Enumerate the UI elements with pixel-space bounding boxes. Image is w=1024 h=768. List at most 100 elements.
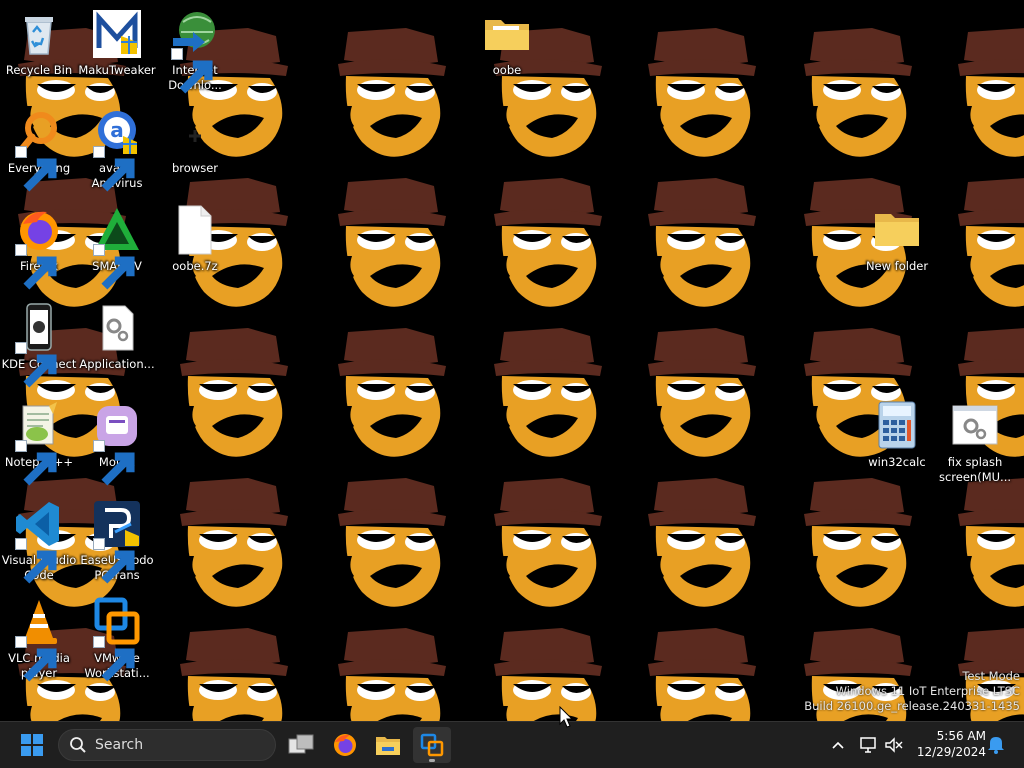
shortcut-arrow-icon [15, 440, 57, 486]
shortcut-arrow-icon [15, 636, 57, 682]
wallpaper-tile [310, 14, 464, 164]
network-icon [860, 737, 876, 753]
watermark-line-2: Windows 11 IoT Enterprise LTSC [835, 684, 1020, 698]
folder-icon [481, 8, 533, 60]
wallpaper-tile [620, 314, 774, 464]
desktop-icon-label: Application... [79, 357, 155, 371]
taskbar-firefox-button[interactable] [326, 727, 364, 763]
wallpaper-tile [310, 464, 464, 614]
folder-icon [871, 204, 923, 256]
start-button[interactable] [13, 727, 51, 763]
browser-icon [169, 106, 221, 158]
taskbar-file-explorer-button[interactable] [369, 727, 407, 763]
firefox-icon [334, 734, 356, 756]
search-icon [70, 737, 86, 753]
desktop-icon-new-folder[interactable]: New folder [858, 200, 936, 292]
shortcut-arrow-icon [93, 244, 135, 290]
task-view-button[interactable] [282, 727, 320, 763]
desktop-icon-vmware[interactable]: VMware Workstati... [78, 592, 156, 684]
desktop-icon-kde-connect[interactable]: KDE Connect [0, 298, 78, 390]
desktop-icon-label: oobe.7z [172, 259, 218, 273]
search-box[interactable]: Search [58, 729, 276, 761]
vmware-icon [91, 596, 143, 682]
wallpaper-tile [620, 614, 774, 721]
desktop-icon-vlc[interactable]: VLC media player [0, 592, 78, 684]
wallpaper-tile [620, 14, 774, 164]
wallpaper-tile [466, 464, 620, 614]
desktop-icon-label: browser [171, 161, 218, 175]
desktop-icon-application[interactable]: Application... [78, 298, 156, 390]
watermark-line-3: Build 26100.ge_release.240331-1435 [804, 699, 1020, 713]
desktop-icon-everything[interactable]: Everything [0, 102, 78, 194]
show-hidden-icons-button[interactable] [828, 734, 848, 756]
everything-icon [13, 106, 65, 192]
wallpaper-tile [466, 314, 620, 464]
calculator-icon [871, 400, 923, 452]
shortcut-arrow-icon [93, 538, 135, 584]
wallpaper-tile [930, 14, 1024, 164]
settings-file-icon [949, 400, 1001, 452]
notifications-button[interactable] [986, 735, 1006, 755]
wallpaper-tile [152, 464, 306, 614]
start-icon [21, 734, 43, 756]
desktop-icon-browser[interactable]: browser [156, 102, 234, 194]
desktop-icon-easeus[interactable]: EaseUS Todo PCTrans [78, 494, 156, 586]
desktop-icon-oobe-folder[interactable]: oobe [468, 4, 546, 96]
shortcut-arrow-icon [15, 342, 57, 388]
desktop-icon-label: win32calc [868, 455, 926, 469]
desktop-icon-avast[interactable]: a avast! Antivirus [78, 102, 156, 194]
clock-date: 12/29/2024 [916, 745, 986, 759]
shortcut-arrow-icon [171, 48, 213, 94]
desktop-icon-recycle-bin[interactable]: Recycle Bin [0, 4, 78, 96]
desktop-icon-idm[interactable]: Internet Downlo... [156, 4, 234, 96]
kde-connect-icon [13, 302, 65, 388]
network-button[interactable] [858, 734, 878, 756]
desktop-icon-notepadpp[interactable]: Notepad++ [0, 396, 78, 488]
file-icon [169, 204, 221, 256]
wallpaper-tile [776, 14, 930, 164]
desktop-icon-makutweaker[interactable]: MakuTweaker [78, 4, 156, 96]
desktop-icon-motrix[interactable]: Motrix [78, 396, 156, 488]
vmware-icon [420, 733, 444, 757]
wallpaper-tile [466, 164, 620, 314]
wallpaper-tile [310, 314, 464, 464]
running-indicator [429, 759, 435, 762]
shortcut-arrow-icon [93, 636, 135, 682]
firefox-icon [13, 204, 65, 290]
desktop-icon-firefox[interactable]: Firefox [0, 200, 78, 292]
vscode-icon [13, 498, 65, 584]
vlc-icon [13, 596, 65, 682]
shortcut-arrow-icon [93, 440, 135, 486]
mouse-cursor-icon [559, 706, 573, 728]
desktop-icon-fix-splash[interactable]: fix splash screen(MU... [936, 396, 1014, 488]
taskbar-vmware-button[interactable] [413, 727, 451, 763]
wallpaper-tile [152, 614, 306, 721]
bell-icon [988, 737, 1004, 754]
wallpaper-tile [310, 614, 464, 721]
volume-button[interactable] [884, 734, 904, 756]
recycle-bin-icon [13, 8, 65, 60]
shortcut-arrow-icon [15, 538, 57, 584]
notepadpp-icon [13, 400, 65, 486]
settings-file-icon [91, 302, 143, 354]
desktop-icon-vscode[interactable]: Visual Studio Code [0, 494, 78, 586]
makutweaker-icon [91, 8, 143, 60]
easeus-icon [91, 498, 143, 584]
wallpaper-tile [620, 164, 774, 314]
desktop-icon-win32calc[interactable]: win32calc [858, 396, 936, 488]
avast-icon: a [91, 106, 143, 192]
desktop-icon-label: fix splash screen(MU... [938, 455, 1012, 484]
system-clock[interactable]: 5:56 AM 12/29/2024 [912, 728, 986, 760]
desktop-icon-label: MakuTweaker [78, 63, 156, 77]
desktop-icon-oobe-7z[interactable]: oobe.7z [156, 200, 234, 292]
desktop-icon-label: oobe [492, 63, 522, 77]
desktop-icon-smadav[interactable]: SMADΔV [78, 200, 156, 292]
shortcut-arrow-icon [15, 146, 57, 192]
wallpaper-tile [620, 464, 774, 614]
idm-icon [169, 8, 221, 94]
wallpaper-tile [930, 164, 1024, 314]
volume-muted-icon [885, 737, 903, 753]
smadav-icon [91, 204, 143, 290]
desktop-icon-label: Recycle Bin [5, 63, 73, 77]
watermark-line-1: Test Mode [962, 669, 1020, 683]
